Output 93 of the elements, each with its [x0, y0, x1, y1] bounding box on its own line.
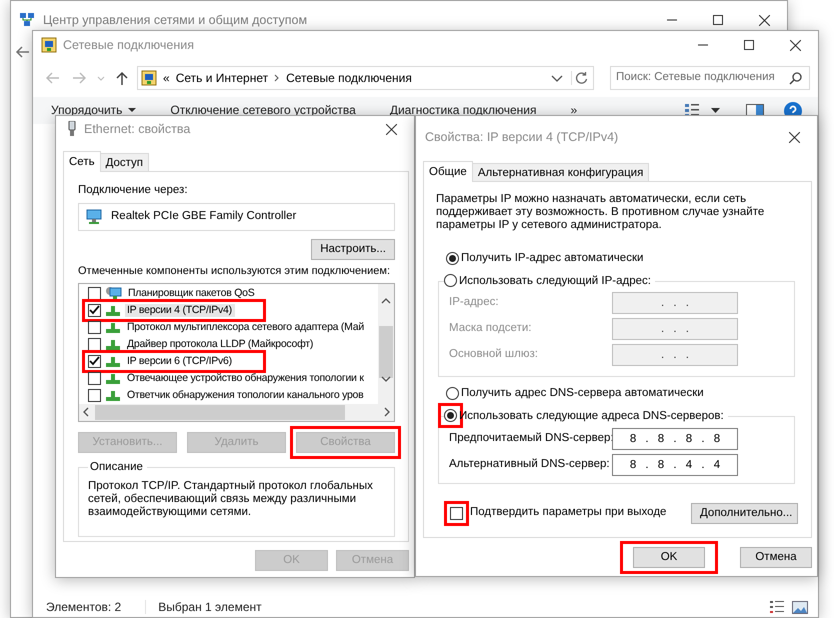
radio-button[interactable]	[446, 387, 459, 400]
protocol-icon	[105, 320, 121, 334]
status-text: Элементов: 2	[46, 600, 122, 614]
back-arrow-icon[interactable]	[15, 45, 31, 59]
field-label: IP-адрес:	[448, 296, 500, 310]
protocol-icon	[105, 303, 121, 318]
network-adapter-icon	[85, 208, 103, 225]
close-icon[interactable]	[386, 124, 396, 134]
checkbox[interactable]	[88, 286, 101, 300]
checkbox[interactable]	[88, 304, 101, 317]
advanced-button[interactable]: Дополнительно...	[691, 502, 798, 524]
radio-label[interactable]: Получить адрес DNS-сервера автоматически	[461, 386, 704, 401]
scroll-left-icon[interactable]	[83, 407, 89, 418]
ip-address-field[interactable]: 8 . 8 . 4 . 4	[612, 454, 738, 476]
search-icon[interactable]	[789, 72, 802, 84]
radio-button[interactable]	[446, 252, 459, 266]
field-label: Подключение через:	[78, 184, 189, 198]
field-label: Отмеченные компоненты используются этим подключением:	[78, 264, 392, 278]
toolbar-button[interactable]: »	[570, 103, 578, 118]
address-bar[interactable]: « Сеть и Интернет Сетевые подключения	[137, 66, 594, 90]
list-item[interactable]: IP версии 4 (TCP/IPv4)	[125, 304, 235, 317]
adapter-field: Realtek PCIe GBE Family Controller	[78, 202, 395, 231]
list-item[interactable]: Ответчик обнаружения топологии канального уров	[125, 389, 366, 402]
breadcrumb-item[interactable]: Сетевые подключения	[286, 70, 412, 86]
large-icons-view-icon[interactable]	[792, 600, 808, 614]
close-icon[interactable]	[758, 14, 770, 26]
network-icon	[19, 12, 35, 28]
list-item[interactable]: Отвечающее устройство обнаружения топологии к	[125, 372, 367, 385]
maximize-icon[interactable]	[713, 15, 723, 25]
up-arrow-icon[interactable]	[115, 70, 129, 86]
field-label: Маска подсети:	[448, 322, 532, 336]
toolbar-button[interactable]: Отключение сетевого устройства	[170, 103, 356, 118]
scroll-up-icon[interactable]	[381, 298, 391, 304]
list-item[interactable]: IP версии 6 (TCP/IPv6)	[125, 355, 235, 368]
list-item[interactable]: Планировщик пакетов QoS	[126, 287, 258, 300]
scrollbar-thumb[interactable]	[95, 404, 345, 420]
radio-button[interactable]	[444, 409, 457, 422]
window-title: Ethernet: свойства	[84, 122, 190, 136]
checkbox[interactable]	[88, 320, 101, 334]
checkbox[interactable]	[88, 372, 101, 385]
dialog-button[interactable]: OK	[633, 547, 705, 568]
protocol-icon	[105, 371, 121, 386]
breadcrumb-item[interactable]: Сеть и Интернет	[176, 70, 268, 86]
dropdown-icon[interactable]	[551, 74, 563, 82]
protocol-icon	[105, 388, 121, 402]
field-label: Предпочитаемый DNS-сервер:	[448, 432, 612, 446]
ethernet-cable-icon	[66, 121, 78, 137]
close-icon[interactable]	[790, 40, 800, 50]
radio-label[interactable]: Получить IP-адрес автоматически	[461, 252, 644, 266]
breadcrumb-prefix[interactable]: «	[163, 70, 170, 86]
refresh-icon[interactable]	[571, 71, 589, 85]
checkbox[interactable]	[88, 338, 101, 351]
protocol-icon	[105, 354, 121, 368]
tab[interactable]: Общие	[423, 161, 473, 182]
checkbox[interactable]	[88, 388, 101, 402]
checkbox-label[interactable]: Подтвердить параметры при выходе	[470, 506, 666, 520]
field-label: Основной шлюз:	[448, 348, 539, 362]
search-field[interactable]: Поиск: Сетевые подключения	[610, 66, 810, 90]
protocol-icon	[105, 337, 121, 352]
chevron-icon	[274, 74, 280, 82]
scroll-right-icon[interactable]	[384, 407, 390, 418]
window-title: Свойства: IP версии 4 (TCP/IPv4)	[425, 130, 618, 144]
radio-label[interactable]: Использовать следующий IP-адрес:	[459, 274, 651, 288]
dialog-button[interactable]: Отмена	[740, 547, 812, 568]
tab[interactable]: Сеть	[63, 151, 101, 172]
scrollbar-thumb[interactable]	[379, 326, 393, 378]
tab[interactable]: Доступ	[100, 153, 150, 171]
network-folder-icon	[141, 70, 157, 86]
toolbar-button[interactable]: Диагностика подключения	[390, 103, 537, 118]
tab[interactable]: Альтернативная конфигурация	[472, 163, 650, 181]
scroll-down-icon[interactable]	[381, 376, 391, 382]
scheduler-icon	[105, 286, 122, 300]
configure-button[interactable]: Настроить...	[311, 238, 395, 260]
caret-icon[interactable]	[711, 108, 720, 113]
radio-button[interactable]	[444, 274, 457, 288]
checkbox[interactable]	[450, 506, 463, 520]
intro-text: Параметры IP можно назначать автоматически, если сеть поддерживает эту возможность. В противном случае узнайте параметры IP у сетевого администратора.	[436, 193, 766, 232]
toolbar-menu-button[interactable]: Упорядочить	[51, 103, 136, 118]
details-view-icon[interactable]	[770, 600, 784, 614]
description-text: Протокол TCP/IP. Стандартный протокол глобальных сетей, обеспечивающий связь между различными взаимодействующими сетями.	[88, 480, 373, 519]
window-title: Центр управления сетями и общим доступом	[43, 12, 308, 28]
field-label: Альтернативный DNS-сервер:	[448, 458, 611, 472]
list-item[interactable]: Драйвер протокола LLDP (Майкрософт)	[125, 338, 316, 351]
close-icon[interactable]	[788, 132, 800, 142]
maximize-icon[interactable]	[744, 40, 754, 50]
checkbox[interactable]	[88, 354, 101, 368]
window-title: Сетевые подключения	[63, 38, 194, 52]
network-folder-icon	[41, 37, 57, 53]
list-item[interactable]: Протокол мультиплексора сетевого адаптера (Май	[125, 321, 367, 334]
checkmark-icon	[89, 356, 100, 366]
ip-address-field[interactable]: 8 . 8 . 8 . 8	[612, 428, 738, 450]
status-text: Выбран 1 элемент	[145, 600, 262, 614]
checkmark-icon	[89, 305, 100, 316]
